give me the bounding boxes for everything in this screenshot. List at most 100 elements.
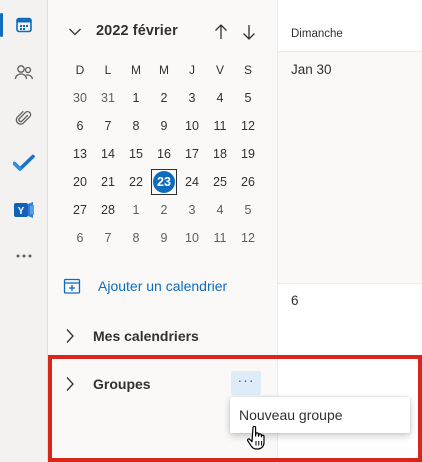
yammer-app-button[interactable]: Y	[0, 190, 48, 230]
day-cell[interactable]: 17	[178, 140, 206, 168]
day-cell[interactable]: 14	[94, 140, 122, 168]
day-cell[interactable]: 15	[122, 140, 150, 168]
day-cell[interactable]: 9	[150, 224, 178, 252]
week-row: 30 31 1 2 3 4 5	[66, 84, 262, 112]
day-cell[interactable]: 7	[94, 224, 122, 252]
calendar-app-button[interactable]	[0, 5, 48, 45]
day-cell[interactable]: 12	[234, 224, 262, 252]
weekday-label: M	[131, 63, 141, 77]
day-cell[interactable]: 2	[150, 196, 178, 224]
my-calendars-section[interactable]: Mes calendriers	[65, 324, 199, 348]
day-cell[interactable]: 8	[122, 224, 150, 252]
day-cell[interactable]: 6	[66, 224, 94, 252]
collapse-month-button[interactable]	[63, 20, 87, 44]
day-cell[interactable]: 26	[234, 168, 262, 196]
day-cell[interactable]: 21	[94, 168, 122, 196]
day-cell[interactable]: 4	[206, 84, 234, 112]
day-cell[interactable]: 24	[178, 168, 206, 196]
mini-calendar-title[interactable]: 2022 février	[96, 23, 178, 39]
day-cell[interactable]: 3	[178, 84, 206, 112]
week-row: 6 7 8 9 10 11 12	[66, 224, 262, 252]
weekday-header-row: D L M M J V S	[66, 56, 262, 84]
more-options-icon: ···	[237, 372, 255, 388]
day-cell[interactable]: 28	[94, 196, 122, 224]
day-cell[interactable]: 22	[122, 168, 150, 196]
attachment-icon	[15, 110, 32, 125]
day-cell[interactable]: 1	[122, 84, 150, 112]
day-cell-area[interactable]	[278, 52, 422, 283]
todo-app-button[interactable]	[0, 143, 48, 183]
day-column-header: Dimanche	[278, 0, 422, 52]
chevron-right-icon	[66, 377, 74, 391]
day-cell[interactable]: 10	[178, 112, 206, 140]
mini-calendar-grid: D L M M J V S 30 31 1 2 3 4 5 6 7 8 9 10…	[66, 56, 262, 252]
day-cell[interactable]: 18	[206, 140, 234, 168]
today-marker: 23	[153, 171, 175, 193]
previous-month-button[interactable]	[209, 20, 233, 44]
app-rail: Y	[0, 0, 48, 462]
weekday-label: D	[75, 63, 85, 77]
day-cell[interactable]: 7	[94, 112, 122, 140]
week-row: 27 28 1 2 3 4 5	[66, 196, 262, 224]
date-label: 6	[291, 293, 299, 308]
groups-label: Groupes	[93, 376, 151, 392]
day-cell[interactable]: 9	[150, 112, 178, 140]
files-app-button[interactable]	[0, 98, 48, 138]
day-name-label: Dimanche	[291, 28, 343, 40]
day-cell[interactable]: 5	[234, 84, 262, 112]
day-cell[interactable]: 19	[234, 140, 262, 168]
day-cell[interactable]: 13	[66, 140, 94, 168]
weekday-label: V	[215, 63, 224, 77]
day-cell[interactable]: 6	[66, 112, 94, 140]
day-cell[interactable]: 8	[122, 112, 150, 140]
week-row: 6 7 8 9 10 11 12	[66, 112, 262, 140]
add-calendar-icon	[63, 278, 81, 294]
today-cell[interactable]: 23	[150, 168, 178, 196]
add-calendar-button[interactable]: Ajouter un calendrier	[63, 274, 227, 298]
chevron-down-icon	[69, 28, 81, 36]
day-cell[interactable]: 20	[66, 168, 94, 196]
day-cell[interactable]: 2	[150, 84, 178, 112]
arrow-up-icon	[215, 24, 227, 39]
more-apps-button[interactable]	[0, 236, 48, 276]
todo-icon	[13, 154, 35, 171]
day-cell[interactable]: 1	[122, 196, 150, 224]
day-cell[interactable]: 25	[206, 168, 234, 196]
more-apps-icon	[16, 254, 32, 258]
date-label: Jan 30	[291, 62, 332, 77]
svg-text:Y: Y	[18, 206, 25, 217]
day-cell[interactable]: 4	[206, 196, 234, 224]
groups-more-options-button[interactable]: ···	[231, 371, 261, 395]
day-cell[interactable]: 30	[66, 84, 94, 112]
day-cell[interactable]: 27	[66, 196, 94, 224]
week-row: 13 14 15 16 17 18 19	[66, 140, 262, 168]
day-cell[interactable]: 12	[234, 112, 262, 140]
day-cell[interactable]: 10	[178, 224, 206, 252]
week-row: 20 21 22 23 24 25 26	[66, 168, 262, 196]
calendar-icon	[16, 17, 32, 33]
weekday-label: S	[243, 63, 252, 77]
people-app-button[interactable]	[0, 52, 48, 92]
day-cell[interactable]: 3	[178, 196, 206, 224]
day-cell[interactable]: 11	[206, 112, 234, 140]
hand-pointer-cursor-icon	[247, 425, 265, 450]
chevron-right-icon	[66, 329, 74, 343]
my-calendars-label: Mes calendriers	[93, 328, 199, 344]
people-icon	[14, 65, 34, 80]
groups-section[interactable]: Groupes	[65, 372, 151, 396]
add-calendar-label: Ajouter un calendrier	[98, 278, 228, 294]
day-cell[interactable]: 31	[94, 84, 122, 112]
weekday-label: J	[189, 63, 195, 77]
yammer-icon: Y	[14, 202, 34, 218]
weekday-label: L	[104, 63, 112, 77]
day-cell[interactable]: 11	[206, 224, 234, 252]
next-month-button[interactable]	[237, 20, 261, 44]
week-divider	[278, 283, 422, 284]
weekday-label: M	[159, 63, 169, 77]
calendar-main-view: Dimanche Jan 30 6	[277, 0, 422, 462]
new-group-menu-item[interactable]: Nouveau groupe	[239, 407, 343, 423]
day-cell[interactable]: 5	[234, 196, 262, 224]
day-cell[interactable]: 16	[150, 140, 178, 168]
mini-calendar-header: 2022 février	[63, 20, 263, 44]
arrow-down-icon	[243, 25, 255, 40]
